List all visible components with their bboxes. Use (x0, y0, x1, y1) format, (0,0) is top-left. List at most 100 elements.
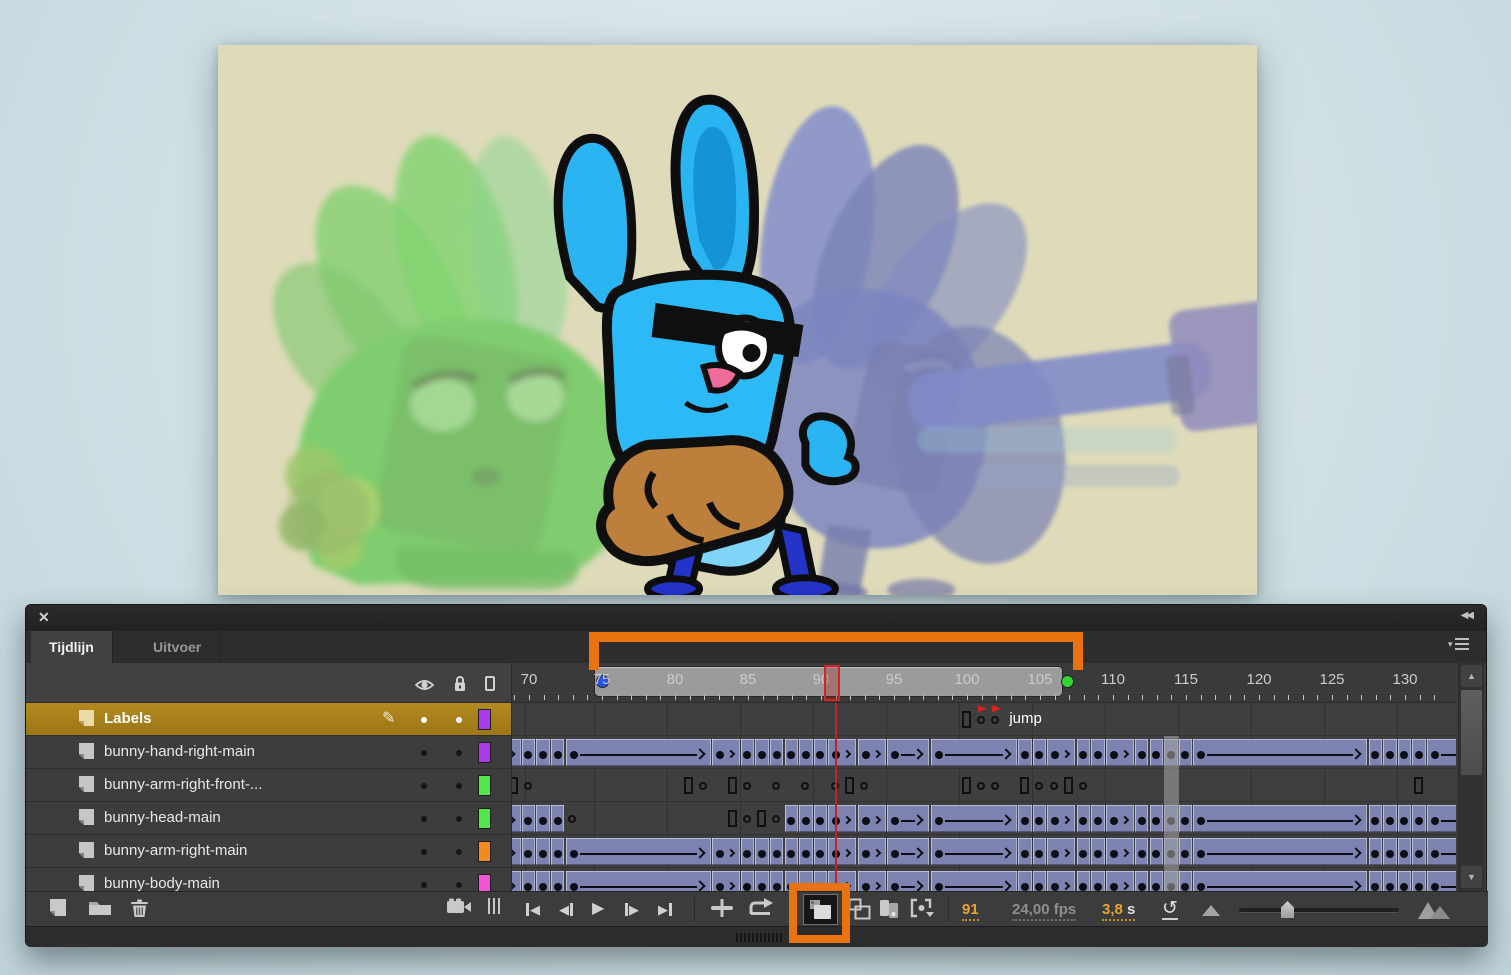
track-row-bunny-arm-right-front-[interactable] (512, 769, 1456, 802)
tween-span[interactable] (931, 805, 1018, 832)
keyframe-cell[interactable] (1369, 739, 1383, 766)
keyframe-cell[interactable] (1398, 805, 1412, 832)
tween-span[interactable] (712, 739, 740, 766)
go-to-first-frame-button[interactable]: ◀ (526, 898, 540, 920)
keyframe-cell[interactable] (522, 805, 536, 832)
tween-span[interactable] (858, 805, 886, 832)
keyframe-cell[interactable] (785, 805, 799, 832)
tab-tijdlijn[interactable]: Tijdlijn (31, 631, 113, 663)
tween-span[interactable] (931, 739, 1018, 766)
layer-color-swatch[interactable] (478, 841, 491, 862)
tween-span-clipped[interactable] (511, 739, 521, 766)
keyframe-cell[interactable] (1033, 838, 1047, 865)
keyframe-cell[interactable] (785, 838, 799, 865)
empty-keyframe-circle[interactable] (1050, 782, 1058, 790)
tween-span[interactable] (858, 871, 886, 892)
keyframe-cell[interactable] (551, 805, 565, 832)
keyframe-cell[interactable] (1018, 871, 1032, 892)
keyframe-cell[interactable] (522, 871, 536, 892)
tween-span[interactable] (1106, 871, 1134, 892)
empty-keyframe-circle[interactable] (801, 782, 809, 790)
layer-row-bunny-head-main[interactable]: bunny-head-main (26, 802, 511, 835)
empty-keyframe-rect[interactable] (1414, 777, 1423, 794)
empty-keyframe-rect[interactable] (757, 810, 766, 827)
keyframe-cell[interactable] (1150, 871, 1164, 892)
zoom-out-timeline-icon[interactable] (1202, 905, 1220, 916)
tween-span[interactable] (712, 871, 740, 892)
tween-span[interactable] (887, 805, 930, 832)
elapsed-time-field[interactable]: 3,8 s (1102, 901, 1135, 921)
layer-row-labels[interactable]: Labels✎ (26, 703, 511, 736)
keyframe-cell[interactable] (551, 838, 565, 865)
play-button[interactable]: ▶ (592, 898, 604, 920)
tween-span[interactable] (1193, 871, 1367, 892)
panel-menu-icon[interactable]: ▾ (1448, 637, 1470, 651)
keyframe-cell[interactable] (755, 871, 769, 892)
keyframe-cell[interactable] (799, 871, 813, 892)
layer-visibility-dot[interactable] (421, 717, 427, 723)
keyframe-cell[interactable] (1412, 739, 1426, 766)
keyframe-cell[interactable] (1369, 805, 1383, 832)
tween-span[interactable] (1047, 739, 1075, 766)
keyframe-cell[interactable] (1018, 805, 1032, 832)
step-forward-button[interactable]: ▶ (625, 898, 639, 920)
keyframe-cell[interactable] (1383, 805, 1397, 832)
keyframe-cell[interactable] (1369, 838, 1383, 865)
vertical-scrollbar[interactable]: ▲ ▼ (1458, 663, 1484, 891)
empty-keyframe-rect[interactable] (962, 711, 971, 728)
layer-lock-dot[interactable] (456, 750, 462, 756)
track-row-bunny-head-main[interactable] (512, 802, 1456, 835)
tween-span[interactable] (887, 838, 930, 865)
layer-color-swatch[interactable] (478, 742, 491, 763)
keyframe-cell[interactable] (799, 739, 813, 766)
visibility-eye-icon[interactable] (415, 678, 434, 696)
edit-multiple-frames-button[interactable] (878, 898, 900, 920)
layer-row-bunny-arm-right-front-[interactable]: bunny-arm-right-front-... (26, 769, 511, 802)
keyframe-cell[interactable] (522, 739, 536, 766)
tween-span[interactable] (828, 871, 856, 892)
keyframe-cell[interactable] (1091, 805, 1105, 832)
tween-span[interactable] (1047, 805, 1075, 832)
tween-span[interactable] (712, 838, 740, 865)
keyframe-cell[interactable] (1018, 838, 1032, 865)
keyframe-cell[interactable] (1077, 871, 1091, 892)
panel-title-bar[interactable]: ✕ ◀◀ (26, 605, 1486, 631)
keyframe-cell[interactable] (1383, 838, 1397, 865)
keyframe-cell[interactable] (1150, 739, 1164, 766)
layer-lock-dot[interactable] (456, 816, 462, 822)
empty-keyframe-circle[interactable] (772, 815, 780, 823)
empty-keyframe-circle[interactable] (524, 782, 532, 790)
tween-span[interactable] (1427, 871, 1456, 892)
tween-span[interactable] (1427, 739, 1456, 766)
keyframe-cell[interactable] (814, 739, 828, 766)
tween-span[interactable] (828, 838, 856, 865)
keyframe-cell[interactable] (1135, 838, 1149, 865)
layer-color-swatch[interactable] (478, 808, 491, 829)
layer-visibility-dot[interactable] (421, 849, 427, 855)
tween-span[interactable] (858, 838, 886, 865)
label-keyframe-circle[interactable] (991, 716, 999, 724)
empty-keyframe-rect[interactable] (684, 777, 693, 794)
keyframe-cell[interactable] (1033, 739, 1047, 766)
tween-span[interactable] (931, 871, 1018, 892)
keyframe-cell[interactable] (770, 871, 784, 892)
layer-lock-dot[interactable] (456, 717, 462, 723)
timeline-frames-area[interactable]: 707580859095100105110115120125130 jump (511, 663, 1456, 891)
loop-playback-button[interactable] (748, 898, 774, 918)
empty-keyframe-circle[interactable] (743, 815, 751, 823)
horizontal-scroll-handle[interactable] (736, 933, 782, 942)
keyframe-cell[interactable] (785, 871, 799, 892)
empty-keyframe-circle[interactable] (1079, 782, 1087, 790)
tab-uitvoer[interactable]: Uitvoer (135, 631, 220, 663)
empty-keyframe-circle[interactable] (977, 782, 985, 790)
empty-keyframe-circle[interactable] (743, 782, 751, 790)
layer-visibility-dot[interactable] (421, 783, 427, 789)
keyframe-cell[interactable] (785, 739, 799, 766)
empty-keyframe-circle[interactable] (860, 782, 868, 790)
tween-span-clipped[interactable] (511, 805, 521, 832)
keyframe-cell[interactable] (1091, 739, 1105, 766)
tween-span[interactable] (858, 739, 886, 766)
zoom-in-timeline-icon[interactable] (1418, 902, 1450, 919)
keyframe-cell[interactable] (1077, 739, 1091, 766)
reset-timeline-zoom-button[interactable]: ↺ (1162, 899, 1178, 920)
